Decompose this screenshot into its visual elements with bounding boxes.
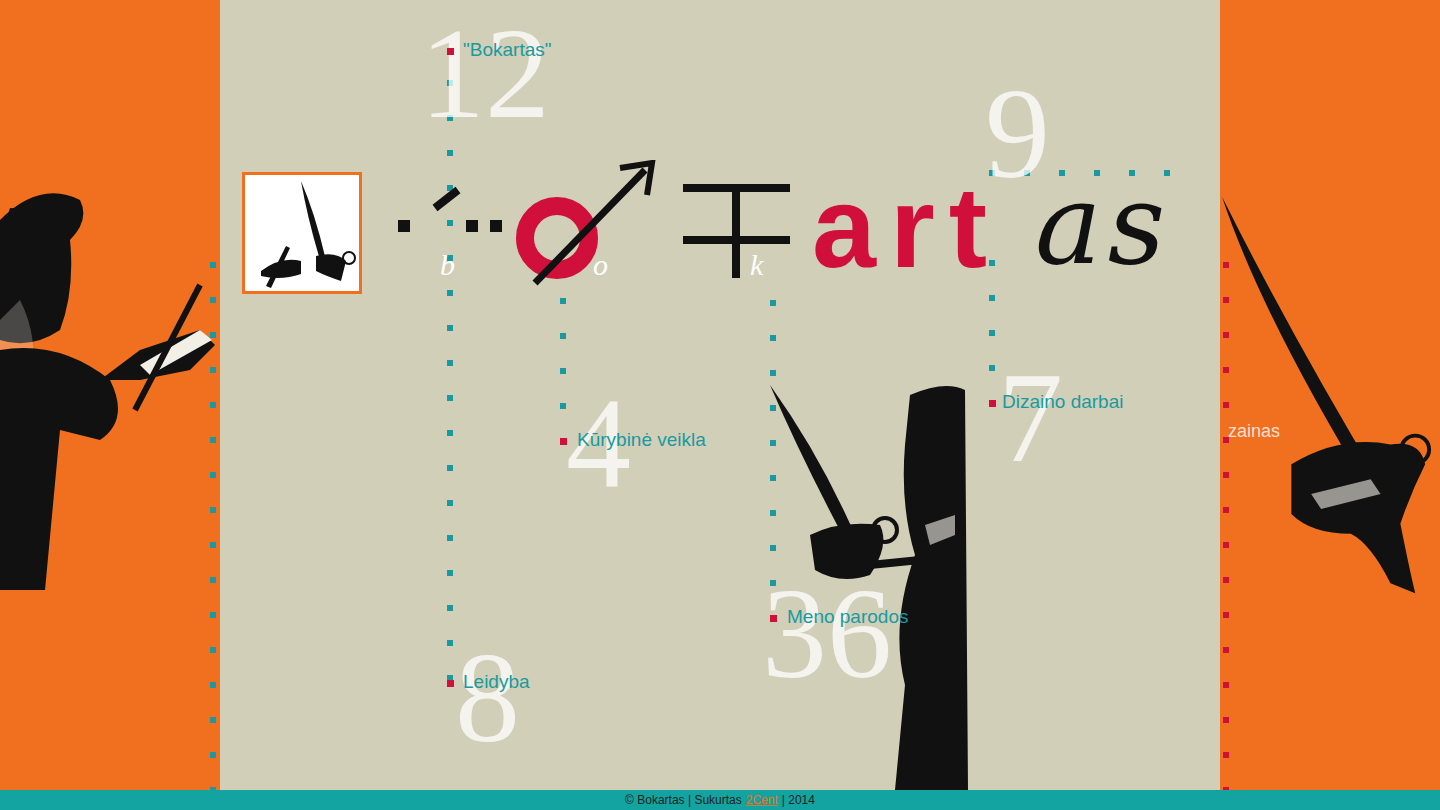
dotted-line (770, 300, 776, 600)
menu-item[interactable]: "Bokartas" (463, 38, 551, 62)
menu-number: 9 (985, 68, 1050, 198)
menu-number: 8 (455, 632, 520, 762)
sword-brush-icon (246, 176, 358, 290)
footer-link[interactable]: 2Cent (746, 793, 778, 807)
sword-hand-icon (1222, 195, 1440, 595)
page: bokartas12436789"Bokartas"Kūrybinė veikl… (0, 0, 1440, 810)
footer-year: | 2014 (782, 793, 815, 807)
menu-marker (447, 48, 454, 55)
logo-letter: b (440, 248, 455, 282)
logo-letter: k (750, 248, 763, 282)
menu-item[interactable]: Kūrybinė veikla (577, 428, 706, 452)
footer-text: © Bokartas | Sukurtas (625, 793, 742, 807)
menu-number: 36 (762, 568, 892, 698)
dotted-line (560, 298, 566, 418)
dotted-line (1223, 262, 1229, 790)
footer: © Bokartas | Sukurtas 2Cent | 2014 (0, 790, 1440, 810)
logo-accent: art (812, 170, 1001, 285)
painter-icon (0, 180, 220, 600)
dotted-line (210, 262, 216, 790)
menu-item[interactable]: Leidyba (463, 670, 530, 694)
menu-marker (447, 680, 454, 687)
menu-marker (560, 438, 567, 445)
menu-item[interactable]: Meno parodos (787, 605, 908, 629)
menu-marker (989, 400, 996, 407)
menu-marker (770, 615, 777, 622)
logo-tail: as (1035, 168, 1171, 280)
menu-item[interactable]: Dizaino darbai (1002, 390, 1123, 414)
menu-subitem[interactable]: zainas (1228, 421, 1280, 442)
menu-number: 12 (420, 8, 550, 138)
menu-number: 7 (998, 352, 1063, 482)
logo-thumbnail[interactable] (242, 172, 362, 294)
logo-letter: o (593, 248, 608, 282)
dotted-line (447, 80, 453, 680)
right-panel (1220, 0, 1440, 790)
